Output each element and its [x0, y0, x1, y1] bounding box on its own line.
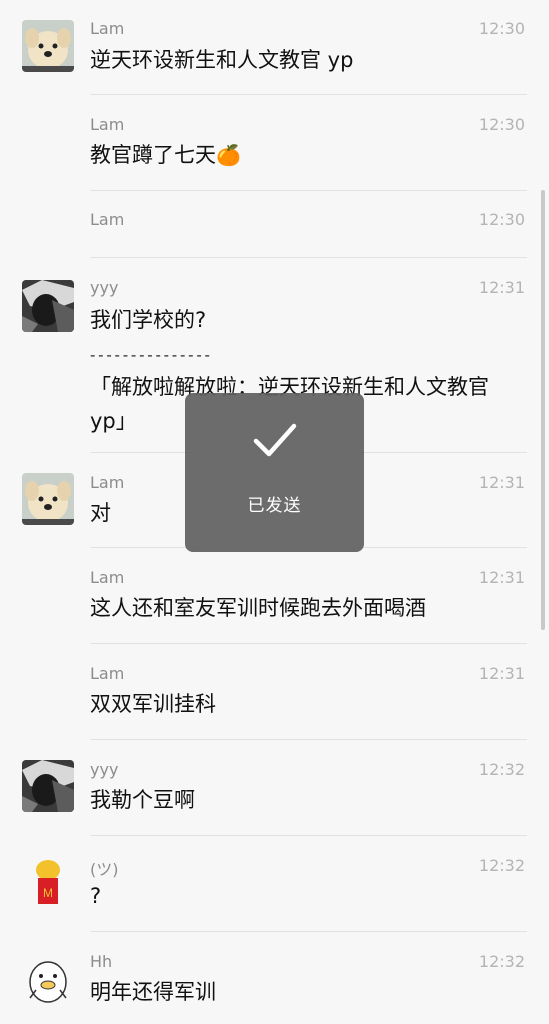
- message-text: 我们学校的?: [90, 308, 207, 332]
- duck-avatar[interactable]: [22, 954, 74, 1006]
- sent-toast: 已发送: [185, 393, 364, 552]
- dark-avatar[interactable]: [22, 760, 74, 812]
- sender-name: Lam: [90, 664, 125, 683]
- sender-name: yyy: [90, 760, 119, 779]
- dark-avatar[interactable]: [22, 280, 74, 332]
- timestamp: 12:31: [478, 664, 525, 683]
- message-item[interactable]: Hh 12:32 明年还得军训: [0, 932, 549, 1024]
- toast-label: 已发送: [247, 496, 302, 516]
- message-text: 我勒个豆啊: [90, 788, 195, 812]
- sender-name: Lam: [90, 19, 125, 38]
- sender-name: Lam: [90, 568, 125, 587]
- message-item[interactable]: Lam 12:31 这人还和室友军训时候跑去外面喝酒: [0, 548, 549, 644]
- timestamp: 12:32: [478, 760, 525, 779]
- timestamp: 12:31: [478, 278, 525, 297]
- quote-separator: - - - - - - - - - - - - - - -: [90, 346, 210, 364]
- timestamp: 12:32: [478, 952, 525, 971]
- message-text-content: 教官蹲了七天: [90, 143, 216, 167]
- message-text: 这人还和室友军训时候跑去外面喝酒: [90, 596, 426, 620]
- message-text: ?: [90, 884, 102, 908]
- check-icon: [253, 423, 297, 457]
- message-text: 明年还得军训: [90, 980, 216, 1004]
- message-item[interactable]: Lam 12:31 双双军训挂科: [0, 644, 549, 740]
- sender-name: Hh: [90, 952, 113, 971]
- sender-name: Lam: [90, 210, 125, 229]
- message-text: 教官蹲了七天🍊: [90, 140, 523, 170]
- message-item[interactable]: yyy 12:32 我勒个豆啊: [0, 740, 549, 836]
- dog-avatar[interactable]: [22, 473, 74, 525]
- dog-avatar[interactable]: [22, 20, 74, 72]
- message-item[interactable]: Lam 12:30 逆天环设新生和人文教官 yp: [0, 0, 549, 95]
- fries-avatar[interactable]: M: [22, 856, 74, 908]
- timestamp: 12:31: [478, 568, 525, 587]
- scrollbar[interactable]: [541, 190, 545, 630]
- timestamp: 12:30: [478, 210, 525, 229]
- orange-emoji-icon: 🍊: [216, 143, 241, 167]
- message-item[interactable]: Lam 12:30: [0, 191, 549, 258]
- timestamp: 12:30: [478, 19, 525, 38]
- message-text: 双双军训挂科: [90, 692, 216, 716]
- sender-name: Lam: [90, 473, 125, 492]
- message-item[interactable]: M (ツ) 12:32 ?: [0, 836, 549, 932]
- svg-text:M: M: [43, 886, 53, 900]
- message-item[interactable]: Lam 12:30 教官蹲了七天🍊: [0, 95, 549, 191]
- sender-name: yyy: [90, 278, 119, 297]
- timestamp: 12:31: [478, 473, 525, 492]
- timestamp: 12:30: [478, 115, 525, 134]
- message-text: 逆天环设新生和人文教官 yp: [90, 48, 354, 72]
- sender-name: (ツ): [90, 860, 119, 879]
- sender-name: Lam: [90, 115, 125, 134]
- timestamp: 12:32: [478, 856, 525, 875]
